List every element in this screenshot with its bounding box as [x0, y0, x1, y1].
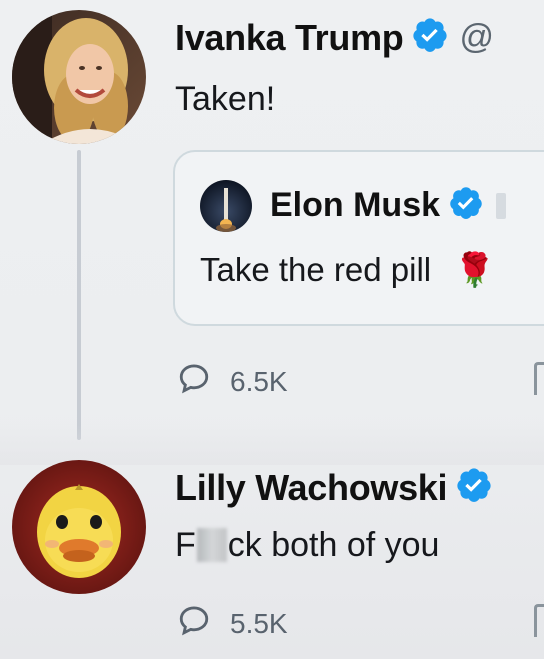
tweet-author-row: Lilly Wachowski [175, 466, 493, 509]
avatar-elon[interactable] [200, 180, 252, 232]
quoted-tweet-text: Take the red pill 🌹 [200, 251, 495, 290]
verified-icon [411, 16, 449, 59]
tweet-text-start: F [175, 526, 196, 564]
tweet-text: Fck both of you [175, 526, 439, 565]
verified-icon [448, 185, 484, 226]
author-name[interactable]: Lilly Wachowski [175, 467, 448, 509]
quoted-tweet-card[interactable] [173, 150, 544, 326]
quoted-text: Take the red pill [200, 251, 432, 288]
reply-icon[interactable] [176, 603, 212, 644]
red-rose-emoji: 🌹 [454, 251, 496, 288]
censor-blur [196, 528, 227, 562]
avatar-lilly[interactable] [12, 460, 146, 594]
quoted-handle-truncated [496, 192, 507, 219]
author-name[interactable]: Ivanka Trump [175, 17, 404, 59]
retweet-icon-partial[interactable] [534, 362, 544, 395]
tweet-thread-screen: Ivanka Trump @ Taken! Elon Musk Take the… [0, 0, 544, 659]
quoted-author-name[interactable]: Elon Musk [270, 186, 440, 225]
tweet-text: Taken! [175, 80, 276, 118]
retweet-icon-partial[interactable] [534, 604, 544, 637]
thread-connector-line [77, 150, 81, 440]
verified-icon [455, 466, 493, 509]
tweet-text-end: ck both of you [227, 526, 440, 564]
reply-action[interactable]: 5.5K [176, 603, 288, 644]
author-handle[interactable]: @ [459, 18, 494, 57]
reply-action[interactable]: 6.5K [176, 361, 288, 402]
tweet-author-row: Ivanka Trump @ [175, 16, 494, 59]
reply-icon[interactable] [176, 361, 212, 402]
reply-count: 5.5K [230, 607, 288, 639]
reply-count: 6.5K [230, 365, 288, 397]
quoted-author-row: Elon Musk [270, 185, 507, 226]
avatar-ivanka[interactable] [12, 10, 146, 144]
tweet-divider [0, 425, 544, 465]
